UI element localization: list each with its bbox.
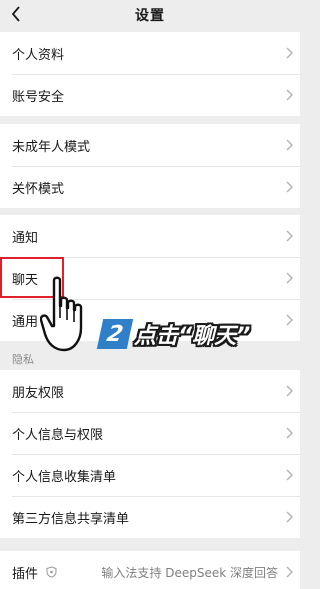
settings-item-friend-permissions[interactable]: 朋友权限 xyxy=(0,370,300,412)
settings-group-account: 个人资料 账号安全 xyxy=(0,32,300,116)
chevron-right-icon xyxy=(286,181,293,193)
section-label-privacy: 隐私 xyxy=(12,353,34,366)
chevron-right-icon xyxy=(286,469,293,481)
shield-icon xyxy=(46,566,57,578)
plugin-status-value: 输入法支持 DeepSeek 深度回答 xyxy=(101,566,278,580)
step-annotation: 2 点击“聊天” xyxy=(96,313,251,355)
page-title: 设置 xyxy=(135,8,165,24)
settings-item-label: 关怀模式 xyxy=(12,181,65,197)
settings-item-label: 账号安全 xyxy=(12,89,65,105)
settings-item-care-mode[interactable]: 关怀模式 xyxy=(0,166,300,208)
chevron-right-icon xyxy=(286,89,293,101)
step-badge: 2 xyxy=(96,319,134,349)
settings-group-privacy: 朋友权限 个人信息与权限 个人信息收集清单 第三方信息共享清单 xyxy=(0,370,300,538)
settings-item-label: 个人资料 xyxy=(12,47,65,63)
settings-item-profile[interactable]: 个人资料 xyxy=(0,32,300,74)
settings-item-personal-info-permissions[interactable]: 个人信息与权限 xyxy=(0,412,300,454)
settings-group-plugins: 插件 输入法支持 DeepSeek 深度回答 xyxy=(0,551,300,589)
chevron-right-icon xyxy=(286,272,293,284)
settings-item-notifications[interactable]: 通知 xyxy=(0,215,300,257)
chevron-right-icon xyxy=(286,230,293,242)
step-instruction: 点击“聊天” xyxy=(134,324,251,349)
settings-item-label: 插件 xyxy=(12,566,39,582)
settings-item-label: 未成年人模式 xyxy=(12,139,91,155)
settings-group-modes: 未成年人模式 关怀模式 xyxy=(0,124,300,208)
chevron-right-icon xyxy=(286,314,293,326)
nav-bar: 设置 xyxy=(0,0,300,28)
settings-item-label: 第三方信息共享清单 xyxy=(12,511,130,527)
chevron-right-icon xyxy=(286,427,293,439)
settings-item-label: 朋友权限 xyxy=(12,385,65,401)
settings-item-account-security[interactable]: 账号安全 xyxy=(0,74,300,116)
chevron-right-icon xyxy=(286,511,293,523)
settings-item-plugins[interactable]: 插件 输入法支持 DeepSeek 深度回答 xyxy=(0,551,300,589)
settings-item-label: 个人信息收集清单 xyxy=(12,469,117,485)
chevron-right-icon xyxy=(286,47,293,59)
settings-item-minor-mode[interactable]: 未成年人模式 xyxy=(0,124,300,166)
chevron-right-icon xyxy=(286,566,293,578)
settings-item-third-party-sharing-list[interactable]: 第三方信息共享清单 xyxy=(0,496,300,538)
settings-item-label: 聊天 xyxy=(12,272,39,288)
settings-item-label: 个人信息与权限 xyxy=(12,427,104,443)
chevron-right-icon xyxy=(286,139,293,151)
settings-item-label: 通用 xyxy=(12,314,39,330)
pointing-hand-icon xyxy=(40,276,83,352)
chevron-right-icon xyxy=(286,385,293,397)
settings-item-info-collection-list[interactable]: 个人信息收集清单 xyxy=(0,454,300,496)
settings-item-label: 通知 xyxy=(12,230,39,246)
